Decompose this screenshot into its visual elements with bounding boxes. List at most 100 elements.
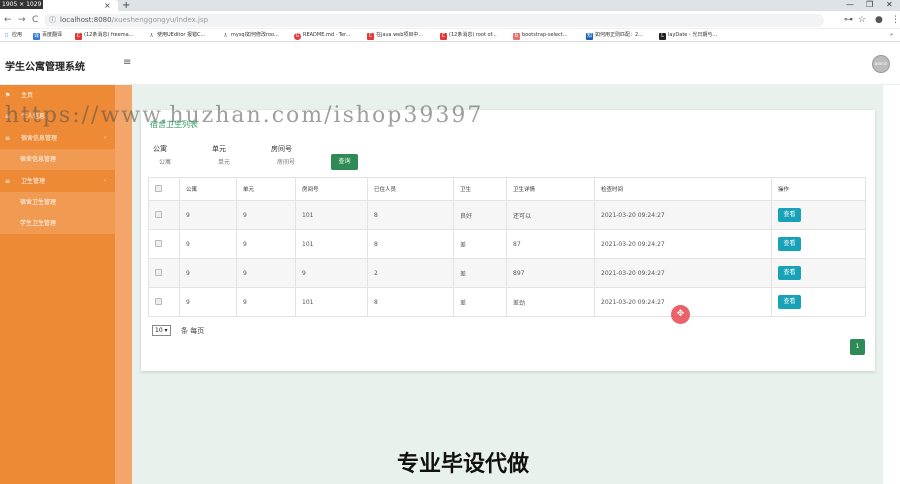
table-cell: 101 bbox=[295, 229, 368, 259]
window-minimize-icon[interactable]: — bbox=[846, 0, 854, 9]
table-cell: 差 bbox=[453, 229, 507, 259]
column-header: 卫生 bbox=[453, 177, 507, 201]
tab-close-icon[interactable]: × bbox=[104, 0, 111, 11]
per-page-label: 条 每页 bbox=[181, 327, 205, 335]
bookmark-item[interactable]: ⠿ 应用 bbox=[3, 29, 22, 42]
bookmark-item[interactable]: C 在java web项目中... bbox=[367, 29, 423, 42]
row-select-cell bbox=[148, 258, 180, 288]
menu-toggle-icon[interactable]: ≡ bbox=[123, 57, 131, 68]
column-header: 检查时间 bbox=[594, 177, 772, 201]
table-cell: 8 bbox=[367, 229, 454, 259]
table-cell: 9 bbox=[179, 200, 237, 230]
row-checkbox[interactable] bbox=[155, 239, 162, 247]
table-cell: 9 bbox=[179, 229, 237, 259]
site-info-icon[interactable]: ⓘ bbox=[49, 14, 56, 27]
table-cell: 9 bbox=[179, 258, 237, 288]
select-all-checkbox[interactable] bbox=[155, 184, 162, 192]
view-button[interactable]: 查看 bbox=[778, 237, 801, 251]
table-cell: 9 bbox=[236, 258, 296, 288]
url-host: localhost:8080 bbox=[60, 16, 112, 24]
table-cell: 良好 bbox=[453, 200, 507, 230]
content-gutter-right bbox=[883, 85, 900, 484]
csdn-icon: C bbox=[367, 33, 374, 40]
profile-icon[interactable]: ● bbox=[875, 14, 883, 26]
bookmark-site-icon: ƛ bbox=[222, 33, 229, 40]
query-button[interactable]: 查询 bbox=[331, 154, 358, 170]
column-header: 房间号 bbox=[295, 177, 368, 201]
forward-icon[interactable]: → bbox=[18, 14, 26, 26]
table-cell: 87 bbox=[506, 229, 595, 259]
baidu-translate-icon: 译 bbox=[33, 33, 40, 40]
bookmark-item[interactable]: ƛ mysql如何修改roo... bbox=[222, 29, 279, 42]
sidebar-item-hygiene[interactable]: ≡ 卫生管理 ‹ bbox=[0, 171, 115, 192]
action-cell: 查看 bbox=[771, 200, 866, 230]
sidebar-item-dorm-info[interactable]: ≡ 宿舍信息管理 ‹ bbox=[0, 128, 115, 149]
bookmark-item[interactable]: LlayDate - 光日期与... bbox=[659, 29, 717, 42]
sidebar-item-label: 宿舍信息管理 bbox=[20, 156, 57, 163]
bookmark-item[interactable]: C (12条消息) root of... bbox=[440, 29, 497, 42]
row-checkbox[interactable] bbox=[155, 210, 162, 218]
bookmark-item[interactable]: b bootstrap-select... bbox=[513, 29, 568, 42]
table-cell: 2021-03-20 09:24:27 bbox=[594, 258, 772, 288]
filter-label-building: 公寓 bbox=[153, 145, 167, 153]
bookmarks-bar: ⠿ 应用 译百度翻译 C (12条消息) freema... ƛ 使用UEditor … bbox=[0, 29, 900, 42]
dimension-badge: 1905 × 1029 bbox=[0, 0, 44, 9]
room-input[interactable] bbox=[271, 154, 325, 170]
address-bar[interactable]: ⓘ localhost:8080/xueshenggongyu/index.js… bbox=[44, 14, 824, 27]
table-header-row: 公寓 单元 房间号 已住人员 卫生 卫生详情 检查时间 操作 bbox=[148, 177, 866, 201]
app-header: 学生公寓管理系统 ≡ admin bbox=[0, 42, 900, 85]
bookmark-item[interactable]: ƛ 使用UEditor 报错C... bbox=[148, 29, 205, 42]
url-path: /xueshenggongyu/index.jsp bbox=[111, 16, 209, 24]
table-cell: 8 bbox=[367, 287, 454, 317]
table-cell: 8 bbox=[367, 200, 454, 230]
pagination-page-button[interactable]: 1 bbox=[850, 339, 865, 355]
window-maximize-icon[interactable]: ❐ bbox=[866, 0, 873, 9]
column-header: 操作 bbox=[771, 177, 866, 201]
apps-icon: ⠿ bbox=[3, 33, 10, 40]
unit-input[interactable] bbox=[212, 154, 266, 170]
bookmark-item[interactable]: 知如何用正则匹配：2... bbox=[586, 29, 643, 42]
row-checkbox[interactable] bbox=[155, 268, 162, 276]
window-close-icon[interactable]: ✕ bbox=[886, 0, 893, 9]
sidebar-subitem-dorm-hygiene[interactable]: 宿舍卫生管理 bbox=[0, 192, 115, 213]
reload-icon[interactable]: C bbox=[32, 14, 38, 26]
table-cell: 897 bbox=[506, 258, 595, 288]
key-icon[interactable]: ⊶ bbox=[844, 14, 853, 26]
avatar[interactable]: admin bbox=[872, 55, 890, 73]
bookmark-item[interactable]: C (12条消息) freema... bbox=[75, 29, 133, 42]
view-button[interactable]: 查看 bbox=[778, 295, 801, 309]
chevron-left-icon: ‹ bbox=[104, 178, 106, 184]
table-cell: 9 bbox=[179, 287, 237, 317]
bookmark-item[interactable]: 译百度翻译 bbox=[33, 29, 62, 42]
row-select-cell bbox=[148, 200, 180, 230]
bookmark-item[interactable]: G README.md · Ter... bbox=[294, 29, 350, 42]
building-input[interactable] bbox=[153, 154, 207, 170]
sidebar-subitem-dorm-info[interactable]: 宿舍信息管理 bbox=[0, 149, 115, 170]
new-tab-icon[interactable]: + bbox=[122, 0, 130, 11]
screen: 1905 × 1029 × + — ❐ ✕ ← → C ⓘ localhost:… bbox=[0, 0, 900, 484]
more-bookmarks-icon[interactable]: » bbox=[890, 29, 893, 42]
browser-tab[interactable]: 1905 × 1029 × bbox=[0, 0, 118, 11]
row-select-cell bbox=[148, 287, 180, 317]
table-cell: 9 bbox=[236, 229, 296, 259]
sidebar-item-label: 宿舍信息管理 bbox=[21, 135, 58, 142]
back-icon[interactable]: ← bbox=[4, 14, 12, 26]
bookmark-star-icon[interactable]: ☆ bbox=[858, 14, 866, 26]
table-cell: 101 bbox=[295, 287, 368, 317]
action-cell: 查看 bbox=[771, 229, 866, 259]
page-size-select[interactable]: 10 ▾ bbox=[152, 325, 171, 336]
table-cell: 9 bbox=[236, 200, 296, 230]
view-button[interactable]: 查看 bbox=[778, 266, 801, 280]
row-checkbox[interactable] bbox=[155, 297, 162, 305]
url-text[interactable]: localhost:8080/xueshenggongyu/index.jsp bbox=[60, 14, 208, 27]
table-row: 9 9 101 8 差 差劲 2021-03-20 09:24:27 查看 bbox=[148, 287, 866, 317]
browser-menu-icon[interactable]: ⋮ bbox=[891, 14, 900, 26]
row-select-cell bbox=[148, 229, 180, 259]
view-button[interactable]: 查看 bbox=[778, 208, 801, 222]
table-cell: 差 bbox=[453, 287, 507, 317]
sidebar-subitem-student-hygiene[interactable]: 学生卫生管理 bbox=[0, 213, 115, 234]
table-cell: 差 bbox=[453, 258, 507, 288]
filter-label-unit: 单元 bbox=[212, 145, 226, 153]
zhihu-icon: 知 bbox=[586, 33, 593, 40]
column-header-select bbox=[148, 177, 180, 201]
